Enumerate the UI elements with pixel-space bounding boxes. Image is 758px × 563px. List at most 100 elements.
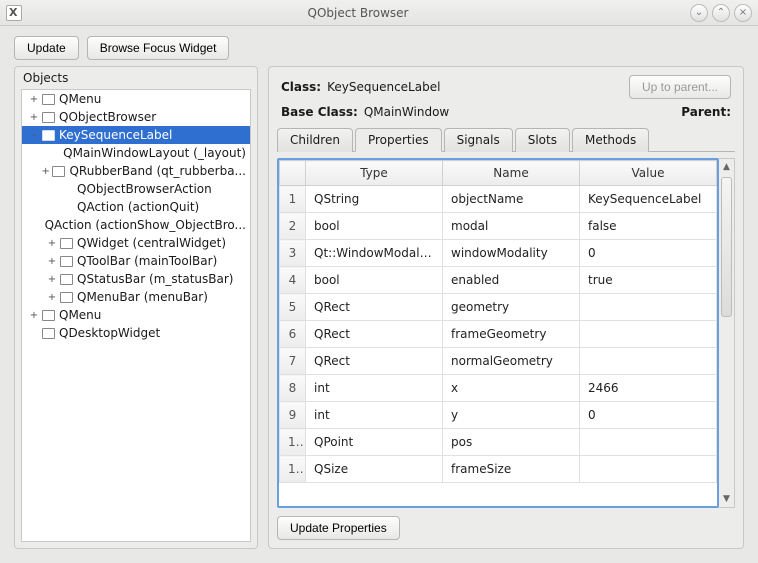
cell-type: int [306,402,443,429]
expand-icon[interactable]: + [46,238,58,249]
tree-item[interactable]: +QObjectBrowser [22,108,250,126]
parent-label: Parent: [681,105,731,119]
tree-item[interactable]: +QObjectBrowserAction [22,180,250,198]
tree-item-label: QMenu [59,92,101,106]
cell-name: y [443,402,580,429]
column-header[interactable]: Name [443,161,580,186]
cell-value: 0 [580,240,717,267]
expand-icon[interactable]: + [46,274,58,285]
update-properties-button[interactable]: Update Properties [277,516,400,540]
expand-icon[interactable]: + [46,256,58,267]
column-header[interactable]: Value [580,161,717,186]
object-icon [42,310,55,321]
tab-methods[interactable]: Methods [572,128,649,152]
tree-item[interactable]: +QMenuBar (menuBar) [22,288,250,306]
tree-item[interactable]: +QAction (actionShow_ObjectBro... [22,216,250,234]
table-row[interactable]: 8intx2466 [280,375,717,402]
tree-item[interactable]: +QMainWindowLayout (_layout) [22,144,250,162]
properties-table-container: TypeNameValue 1QStringobjectNameKeySeque… [277,158,719,508]
scroll-track[interactable] [719,175,734,491]
cell-value [580,429,717,456]
table-row[interactable]: 1QStringobjectNameKeySequenceLabel [280,186,717,213]
tree-item[interactable]: +QAction (actionQuit) [22,198,250,216]
table-row[interactable]: 4boolenabledtrue [280,267,717,294]
cell-type: QRect [306,294,443,321]
class-value: KeySequenceLabel [327,80,440,94]
tree-item-label: QDesktopWidget [59,326,160,340]
cell-type: bool [306,267,443,294]
row-number: 10 [280,429,306,456]
tree-item[interactable]: + QRubberBand (qt_rubberba... [22,162,250,180]
cell-value [580,456,717,483]
update-button[interactable]: Update [14,36,79,60]
maximize-button[interactable]: ⌃ [712,4,730,22]
expand-icon[interactable]: + [28,310,40,321]
table-row[interactable]: 5QRectgeometry [280,294,717,321]
scroll-up-icon[interactable]: ▲ [719,159,734,175]
cell-value [580,294,717,321]
expand-icon[interactable]: + [46,292,58,303]
up-to-parent-button[interactable]: Up to parent... [629,75,731,99]
tree-item-label: QMenu [59,308,101,322]
tab-slots[interactable]: Slots [515,128,570,152]
tree-item[interactable]: + QToolBar (mainToolBar) [22,252,250,270]
cell-name: objectName [443,186,580,213]
objects-tree[interactable]: +QMenu+QObjectBrowser-KeySequenceLabel+Q… [21,89,251,542]
cell-value: KeySequenceLabel [580,186,717,213]
cell-type: QSize [306,456,443,483]
cell-value: false [580,213,717,240]
cell-name: geometry [443,294,580,321]
table-row[interactable]: 6QRectframeGeometry [280,321,717,348]
tree-item[interactable]: +QDesktopWidget [22,324,250,342]
tree-item-label: QWidget (centralWidget) [77,236,226,250]
tree-item-label: QToolBar (mainToolBar) [77,254,217,268]
titlebar: QObject Browser ⌄ ⌃ × [0,0,758,26]
cell-value: 2466 [580,375,717,402]
table-row[interactable]: 9inty0 [280,402,717,429]
table-row[interactable]: 7QRectnormalGeometry [280,348,717,375]
class-label: Class: [281,80,321,94]
column-header[interactable]: Type [306,161,443,186]
expand-icon[interactable]: + [28,112,40,123]
cell-type: QString [306,186,443,213]
table-row[interactable]: 10QPointpos [280,429,717,456]
scroll-down-icon[interactable]: ▼ [719,491,734,507]
properties-table[interactable]: TypeNameValue 1QStringobjectNameKeySeque… [279,160,717,483]
table-scrollbar[interactable]: ▲ ▼ [719,158,735,508]
tree-item[interactable]: + QMenu [22,306,250,324]
tab-properties[interactable]: Properties [355,128,442,152]
cell-name: enabled [443,267,580,294]
expand-icon[interactable]: + [28,94,40,105]
cell-type: Qt::WindowModality [306,240,443,267]
tree-item-label: QRubberBand (qt_rubberba... [69,164,246,178]
expand-icon[interactable]: + [41,166,50,177]
tree-item[interactable]: + QWidget (centralWidget) [22,234,250,252]
object-icon [60,274,73,285]
object-icon [42,328,55,339]
close-button[interactable]: × [734,4,752,22]
cell-type: QRect [306,348,443,375]
cell-type: int [306,375,443,402]
table-row[interactable]: 3Qt::WindowModalitywindowModality0 [280,240,717,267]
cell-type: QRect [306,321,443,348]
collapse-icon[interactable]: - [28,130,40,141]
table-row[interactable]: 11QSizeframeSize [280,456,717,483]
tree-item-label: QMainWindowLayout (_layout) [63,146,246,160]
tree-item[interactable]: +QStatusBar (m_statusBar) [22,270,250,288]
tab-children[interactable]: Children [277,128,353,152]
object-icon [42,112,55,123]
window-title: QObject Browser [30,6,686,20]
tab-signals[interactable]: Signals [444,128,513,152]
browse-focus-widget-button[interactable]: Browse Focus Widget [87,36,230,60]
cell-value: true [580,267,717,294]
tree-item[interactable]: + QMenu [22,90,250,108]
tree-item[interactable]: - KeySequenceLabel [22,126,250,144]
scroll-thumb[interactable] [721,177,732,317]
minimize-button[interactable]: ⌄ [690,4,708,22]
row-number: 4 [280,267,306,294]
table-row[interactable]: 2boolmodalfalse [280,213,717,240]
tree-item-label: KeySequenceLabel [59,128,172,142]
row-number: 2 [280,213,306,240]
tree-item-label: QObjectBrowserAction [77,182,212,196]
cell-name: frameSize [443,456,580,483]
